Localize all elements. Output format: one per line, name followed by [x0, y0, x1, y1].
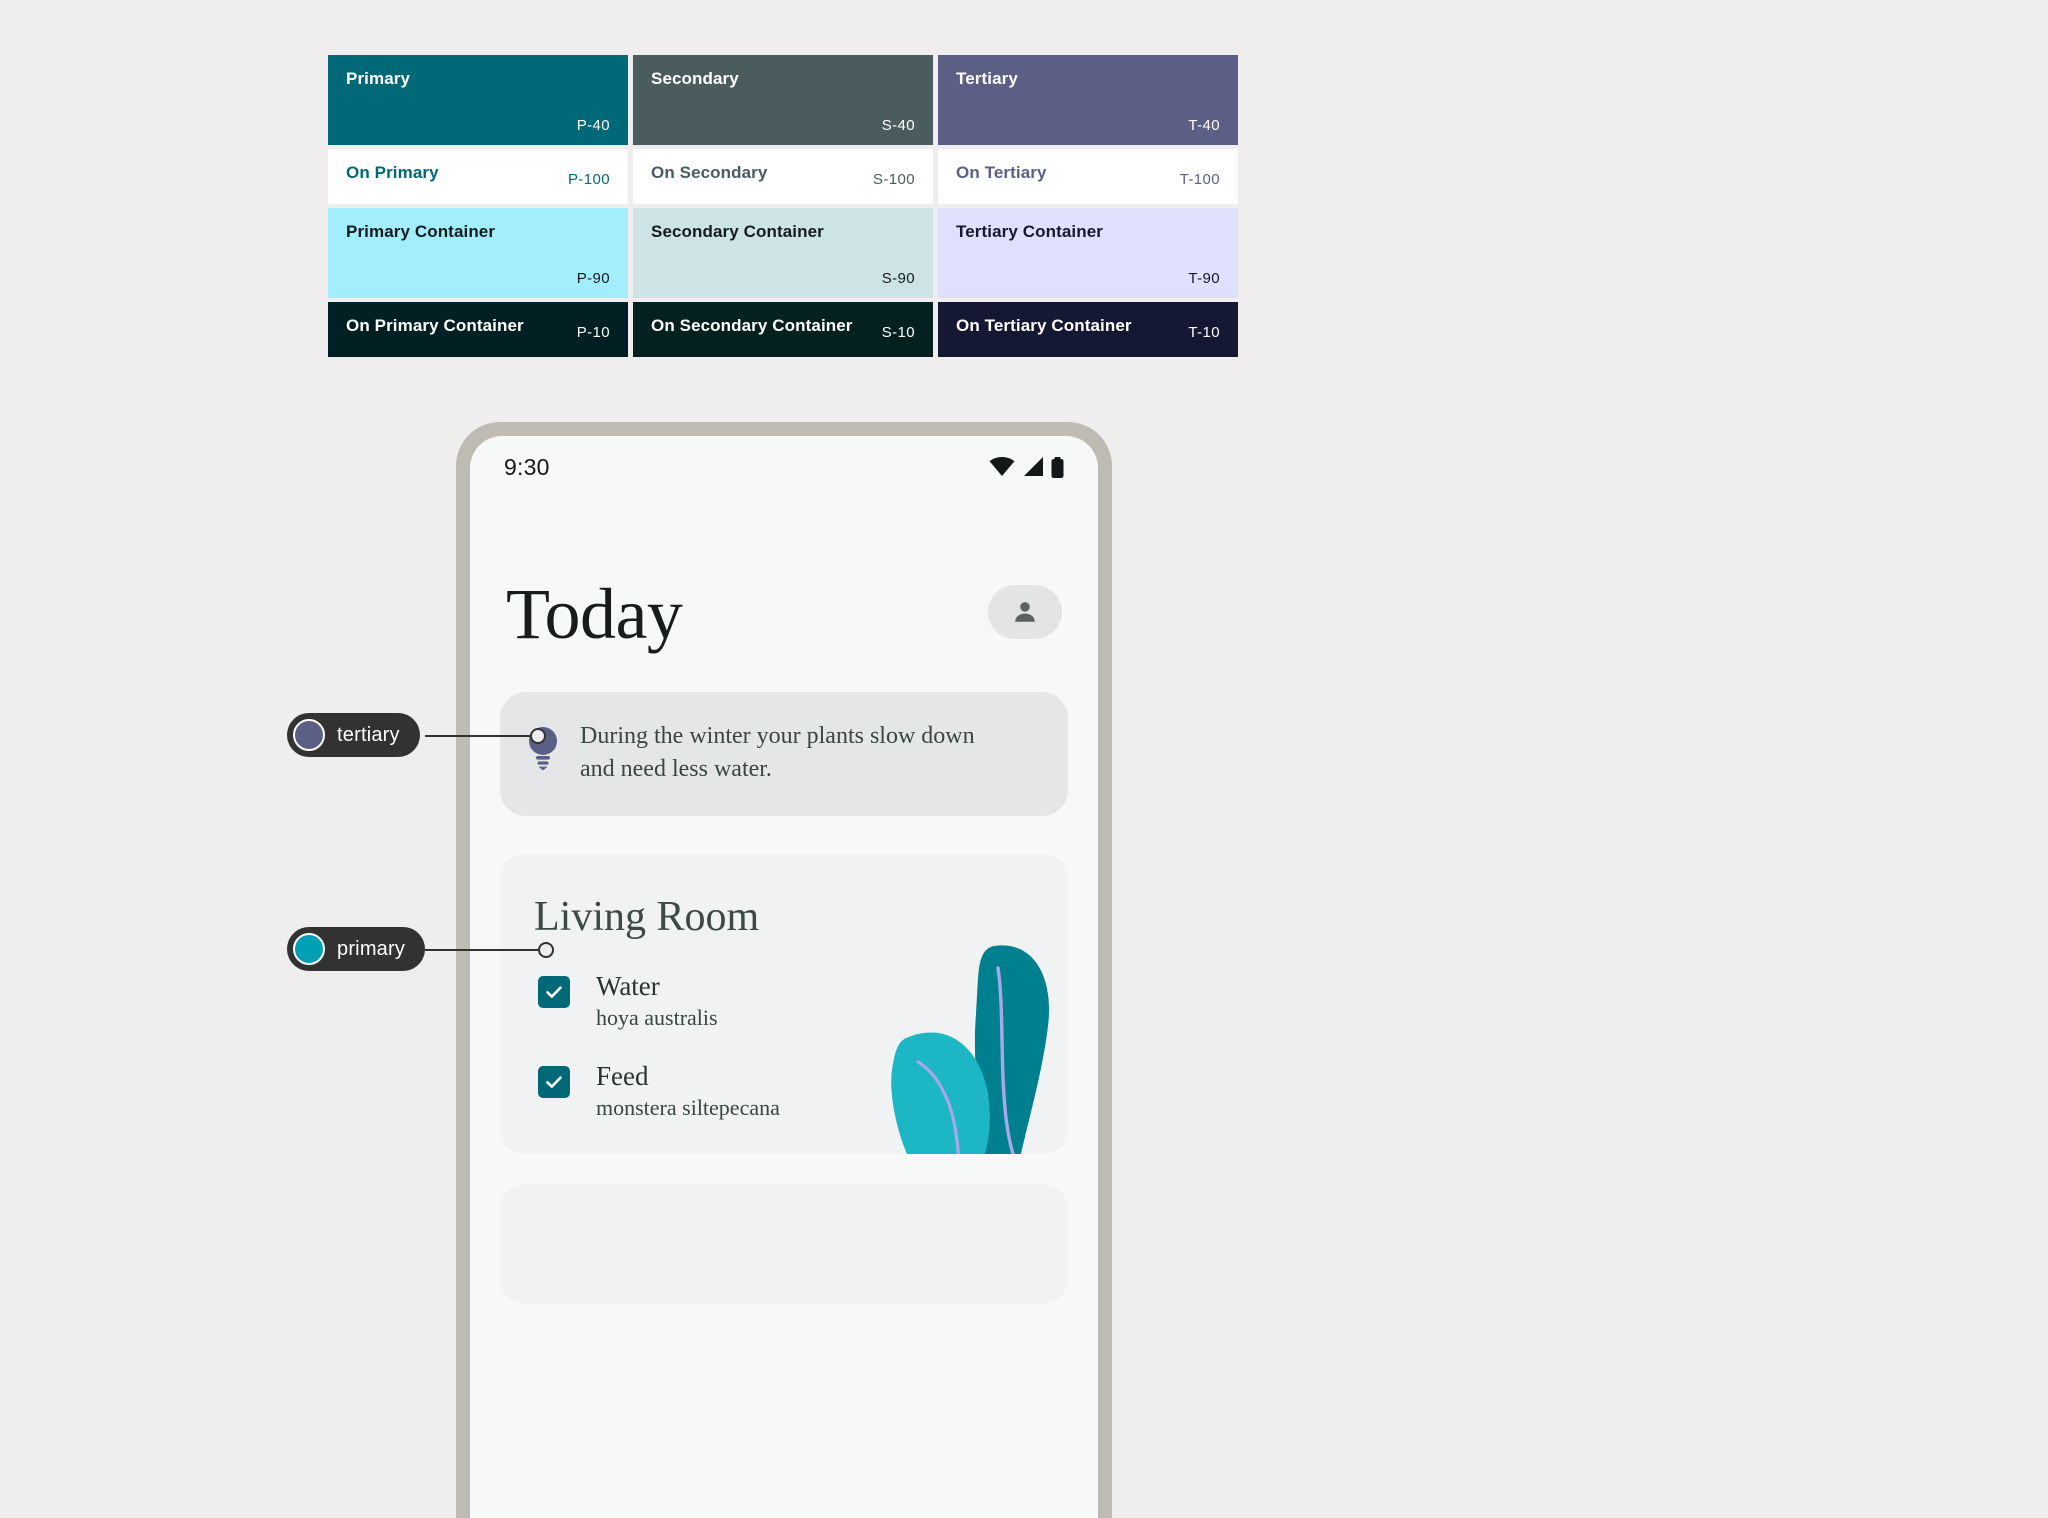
room-title: Living Room — [534, 894, 760, 940]
swatch-name: Secondary Container — [651, 222, 824, 241]
swatch-name: Tertiary Container — [956, 222, 1103, 241]
swatch-code: P-10 — [576, 324, 610, 341]
annotation-pill-tertiary[interactable]: tertiary — [287, 713, 420, 757]
screenshot-canvas: Primary P-40 On Primary P-100 Primary Co… — [0, 0, 2048, 1518]
swatch-code: S-100 — [872, 171, 915, 188]
swatch-secondary-container[interactable]: Secondary Container S-90 — [633, 208, 933, 298]
room-card[interactable]: Living Room Water hoya australis Feed mo… — [500, 854, 1068, 1154]
swatch-on-tertiary[interactable]: On Tertiary T-100 — [938, 149, 1238, 204]
swatch-code: P-40 — [576, 117, 610, 134]
task-plant-name: hoya australis — [596, 1005, 718, 1030]
palette-column-tertiary: Tertiary T-40 On Tertiary T-100 Tertiary… — [938, 55, 1238, 357]
task-title: Water — [596, 971, 660, 1001]
swatch-code: P-100 — [567, 171, 610, 188]
swatch-tertiary-container[interactable]: Tertiary Container T-90 — [938, 208, 1238, 298]
annotation-anchor-tertiary — [530, 728, 546, 744]
annotation-pill-primary[interactable]: primary — [287, 927, 426, 971]
swatch-on-tertiary-container[interactable]: On Tertiary Container T-10 — [938, 302, 1238, 357]
app-header: Today — [470, 498, 1098, 652]
person-icon — [1015, 602, 1035, 622]
swatch-name: Secondary — [651, 69, 739, 88]
swatch-code: S-40 — [881, 117, 915, 134]
task-content: Water hoya australis — [596, 970, 718, 1032]
swatch-name: Primary Container — [346, 222, 496, 241]
swatch-on-primary[interactable]: On Primary P-100 — [328, 149, 628, 204]
check-icon — [546, 986, 562, 998]
status-time: 9:30 — [504, 453, 550, 480]
annotation-leader-line-tertiary — [425, 735, 535, 737]
task-content: Feed monstera siltepecana — [596, 1060, 780, 1122]
swatch-secondary[interactable]: Secondary S-40 — [633, 55, 933, 145]
task-plant-name: monstera siltepecana — [596, 1095, 780, 1120]
swatch-tertiary[interactable]: Tertiary T-40 — [938, 55, 1238, 145]
annotation-anchor-primary — [538, 942, 554, 958]
palette-column-secondary: Secondary S-40 On Secondary S-100 Second… — [633, 55, 933, 357]
swatch-code: T-100 — [1179, 171, 1220, 188]
phone-screen: 9:30 Today During the winter your plants… — [470, 436, 1098, 1518]
swatch-code: T-10 — [1188, 324, 1220, 341]
wifi-icon — [989, 457, 1015, 476]
swatch-name: On Tertiary Container — [956, 316, 1132, 335]
annotation-color-dot — [293, 719, 325, 751]
task-checkbox[interactable] — [538, 1066, 570, 1098]
annotation-leader-line-primary — [425, 949, 543, 951]
swatch-name: Tertiary — [956, 69, 1018, 88]
swatch-name: On Primary Container — [346, 316, 524, 335]
swatch-primary-container[interactable]: Primary Container P-90 — [328, 208, 628, 298]
task-row[interactable]: Water hoya australis — [500, 970, 1068, 1032]
annotation-label: primary — [337, 937, 406, 960]
page-title: Today — [506, 574, 683, 654]
swatch-code: P-90 — [576, 270, 610, 287]
tip-text: During the winter your plants slow down … — [580, 723, 975, 782]
palette-column-primary: Primary P-40 On Primary P-100 Primary Co… — [328, 55, 628, 357]
task-list: Water hoya australis Feed monstera silte… — [500, 970, 1068, 1122]
battery-icon — [1051, 456, 1064, 478]
swatch-on-secondary-container[interactable]: On Secondary Container S-10 — [633, 302, 933, 357]
cellular-signal-icon — [1024, 457, 1043, 476]
avatar-button[interactable] — [988, 585, 1062, 639]
phone-device-frame: 9:30 Today During the winter your plants… — [456, 422, 1112, 1518]
swatch-on-secondary[interactable]: On Secondary S-100 — [633, 149, 933, 204]
color-palette-grid: Primary P-40 On Primary P-100 Primary Co… — [328, 55, 1240, 357]
swatch-code: T-90 — [1188, 270, 1220, 287]
annotation-color-dot — [293, 933, 325, 965]
tip-card[interactable]: During the winter your plants slow down … — [500, 692, 1068, 816]
annotation-label: tertiary — [337, 723, 400, 746]
task-checkbox[interactable] — [538, 976, 570, 1008]
swatch-name: On Secondary Container — [651, 316, 853, 335]
next-room-card[interactable] — [500, 1184, 1068, 1304]
task-title: Feed — [596, 1061, 649, 1091]
check-icon — [546, 1076, 562, 1088]
swatch-name: Primary — [346, 69, 411, 88]
swatch-primary[interactable]: Primary P-40 — [328, 55, 628, 145]
task-row[interactable]: Feed monstera siltepecana — [500, 1060, 1068, 1122]
swatch-code: S-90 — [881, 270, 915, 287]
status-icons — [989, 456, 1064, 478]
status-bar: 9:30 — [470, 436, 1098, 498]
swatch-code: T-40 — [1188, 117, 1220, 134]
swatch-code: S-10 — [881, 324, 915, 341]
swatch-on-primary-container[interactable]: On Primary Container P-10 — [328, 302, 628, 357]
